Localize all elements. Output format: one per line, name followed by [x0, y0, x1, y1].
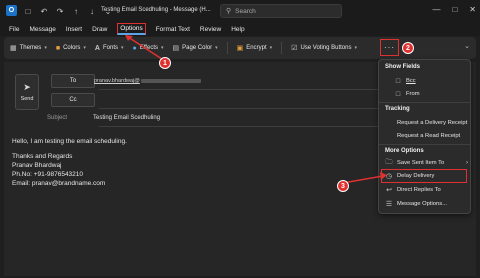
arrow-3-head	[380, 172, 387, 180]
callout-badge-2: 2	[402, 42, 414, 54]
callout-badge-3: 3	[337, 180, 349, 192]
callout-badge-1: 1	[159, 57, 171, 69]
arrow-3	[342, 175, 384, 184]
arrow-1	[127, 36, 166, 62]
